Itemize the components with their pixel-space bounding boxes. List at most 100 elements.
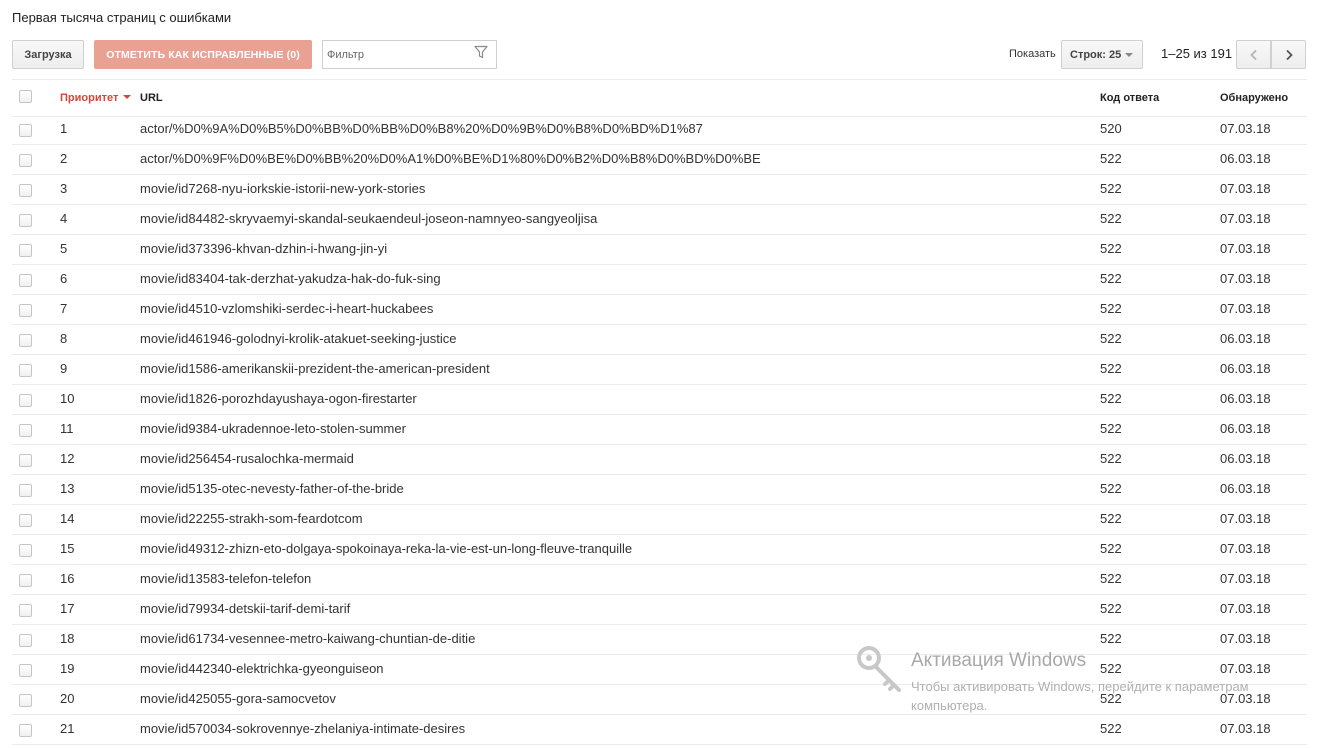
row-checkbox[interactable] xyxy=(19,394,32,407)
pagination-info: 1–25 из 191 xyxy=(1161,46,1233,61)
detected-date-cell: 07.03.18 xyxy=(1220,661,1271,676)
row-checkbox[interactable] xyxy=(19,664,32,677)
url-link[interactable]: actor/%D0%9A%D0%B5%D0%BB%D0%BB%D0%B8%20%… xyxy=(140,121,703,136)
url-link[interactable]: movie/id570034-sokrovennye-zhelaniya-int… xyxy=(140,721,465,736)
detected-date-cell: 07.03.18 xyxy=(1220,121,1271,136)
row-checkbox[interactable] xyxy=(19,364,32,377)
detected-date-cell: 06.03.18 xyxy=(1220,331,1271,346)
rows-select-label: Строк: 25 xyxy=(1070,49,1122,61)
rows-per-page-select[interactable]: Строк: 25 xyxy=(1061,40,1143,69)
detected-date-cell: 07.03.18 xyxy=(1220,691,1271,706)
row-checkbox[interactable] xyxy=(19,214,32,227)
url-link[interactable]: actor/%D0%9F%D0%BE%D0%BB%20%D0%A1%D0%BE%… xyxy=(140,151,761,166)
row-checkbox[interactable] xyxy=(19,694,32,707)
url-link[interactable]: movie/id13583-telefon-telefon xyxy=(140,571,311,586)
chevron-left-icon xyxy=(1250,49,1257,61)
table-row[interactable]: 16 movie/id13583-telefon-telefon 522 07.03.… xyxy=(0,565,1334,595)
row-checkbox[interactable] xyxy=(19,634,32,647)
row-checkbox[interactable] xyxy=(19,484,32,497)
url-link[interactable]: movie/id442340-elektrichka-gyeonguiseon xyxy=(140,661,384,676)
table-row[interactable]: 19 movie/id442340-elektrichka-gyeonguiseo… xyxy=(0,655,1334,685)
response-code-cell: 522 xyxy=(1100,391,1122,406)
url-link[interactable]: movie/id256454-rusalochka-mermaid xyxy=(140,451,354,466)
url-link[interactable]: movie/id7268-nyu-iorkskie-istorii-new-yo… xyxy=(140,181,425,196)
row-checkbox[interactable] xyxy=(19,244,32,257)
next-page-button[interactable] xyxy=(1271,40,1306,69)
table-row[interactable]: 21 movie/id570034-sokrovennye-zhelaniya-i… xyxy=(0,715,1334,745)
url-link[interactable]: movie/id61734-vesennee-metro-kaiwang-chu… xyxy=(140,631,475,646)
row-checkbox[interactable] xyxy=(19,304,32,317)
table-row[interactable]: 7 movie/id4510-vzlomshiki-serdec-i-heart-… xyxy=(0,295,1334,325)
table-row[interactable]: 11 movie/id9384-ukradennoe-leto-stolen-su… xyxy=(0,415,1334,445)
url-link[interactable]: movie/id83404-tak-derzhat-yakudza-hak-do… xyxy=(140,271,441,286)
row-checkbox[interactable] xyxy=(19,544,32,557)
column-header-detected[interactable]: Обнаружено xyxy=(1220,92,1288,104)
response-code-cell: 522 xyxy=(1100,691,1122,706)
url-link[interactable]: movie/id5135-otec-nevesty-father-of-the-… xyxy=(140,481,404,496)
table-row[interactable]: 17 movie/id79934-detskii-tarif-demi-tarif… xyxy=(0,595,1334,625)
url-link[interactable]: movie/id49312-zhizn-eto-dolgaya-spokoina… xyxy=(140,541,632,556)
filter-icon[interactable] xyxy=(474,45,488,59)
filter-field[interactable] xyxy=(322,40,497,69)
table-row[interactable]: 18 movie/id61734-vesennee-metro-kaiwang-c… xyxy=(0,625,1334,655)
row-checkbox[interactable] xyxy=(19,724,32,737)
row-checkbox[interactable] xyxy=(19,574,32,587)
url-link[interactable]: movie/id9384-ukradennoe-leto-stolen-summ… xyxy=(140,421,406,436)
detected-date-cell: 06.03.18 xyxy=(1220,421,1271,436)
priority-cell: 1 xyxy=(60,121,68,136)
url-link[interactable]: movie/id79934-detskii-tarif-demi-tarif xyxy=(140,601,350,616)
row-checkbox[interactable] xyxy=(19,124,32,137)
priority-cell: 15 xyxy=(60,541,75,556)
table-row[interactable]: 4 movie/id84482-skryvaemyi-skandal-seukae… xyxy=(0,205,1334,235)
priority-cell: 8 xyxy=(60,331,68,346)
show-label: Показать xyxy=(1009,48,1056,60)
url-link[interactable]: movie/id373396-khvan-dzhin-i-hwang-jin-y… xyxy=(140,241,387,256)
row-checkbox[interactable] xyxy=(19,334,32,347)
table-row[interactable]: 5 movie/id373396-khvan-dzhin-i-hwang-jin-… xyxy=(0,235,1334,265)
row-checkbox[interactable] xyxy=(19,274,32,287)
select-all-checkbox[interactable] xyxy=(19,90,32,103)
detected-date-cell: 07.03.18 xyxy=(1220,271,1271,286)
response-code-cell: 522 xyxy=(1100,361,1122,376)
table-row[interactable]: 14 movie/id22255-strakh-som-feardotcom 522… xyxy=(0,505,1334,535)
url-link[interactable]: movie/id461946-golodnyi-krolik-atakuet-s… xyxy=(140,331,457,346)
column-header-priority[interactable]: Приоритет xyxy=(60,92,132,104)
row-checkbox[interactable] xyxy=(19,604,32,617)
table-row[interactable]: 10 movie/id1826-porozhdayushaya-ogon-fire… xyxy=(0,385,1334,415)
table-row[interactable]: 12 movie/id256454-rusalochka-mermaid 522 06… xyxy=(0,445,1334,475)
url-link[interactable]: movie/id22255-strakh-som-feardotcom xyxy=(140,511,363,526)
detected-date-cell: 07.03.18 xyxy=(1220,721,1271,736)
table-row[interactable]: 20 movie/id425055-gora-samocvetov 522 07.03… xyxy=(0,685,1334,715)
table-row[interactable]: 1 actor/%D0%9A%D0%B5%D0%BB%D0%BB%D0%B8%20… xyxy=(0,115,1334,145)
upload-button[interactable]: Загрузка xyxy=(12,40,84,69)
prev-page-button[interactable] xyxy=(1236,40,1271,69)
table-row[interactable]: 13 movie/id5135-otec-nevesty-father-of-th… xyxy=(0,475,1334,505)
table-row[interactable]: 2 actor/%D0%9F%D0%BE%D0%BB%20%D0%A1%D0%BE… xyxy=(0,145,1334,175)
priority-cell: 21 xyxy=(60,721,75,736)
response-code-cell: 520 xyxy=(1100,121,1122,136)
priority-cell: 13 xyxy=(60,481,75,496)
chevron-down-icon xyxy=(1125,53,1133,57)
column-header-code[interactable]: Код ответа xyxy=(1100,92,1159,104)
table-row[interactable]: 6 movie/id83404-tak-derzhat-yakudza-hak-d… xyxy=(0,265,1334,295)
mark-as-fixed-button[interactable]: ОТМЕТИТЬ КАК ИСПРАВЛЕННЫЕ (0) xyxy=(94,40,312,69)
column-header-url[interactable]: URL xyxy=(140,92,163,104)
row-checkbox[interactable] xyxy=(19,154,32,167)
table-row[interactable]: 15 movie/id49312-zhizn-eto-dolgaya-spokoi… xyxy=(0,535,1334,565)
url-link[interactable]: movie/id425055-gora-samocvetov xyxy=(140,691,336,706)
row-checkbox[interactable] xyxy=(19,184,32,197)
url-link[interactable]: movie/id84482-skryvaemyi-skandal-seukaen… xyxy=(140,211,597,226)
priority-cell: 5 xyxy=(60,241,68,256)
filter-input[interactable] xyxy=(323,41,467,68)
row-checkbox[interactable] xyxy=(19,454,32,467)
table-row[interactable]: 9 movie/id1586-amerikanskii-prezident-the… xyxy=(0,355,1334,385)
table-row[interactable]: 3 movie/id7268-nyu-iorkskie-istorii-new-y… xyxy=(0,175,1334,205)
detected-date-cell: 06.03.18 xyxy=(1220,451,1271,466)
table-row[interactable]: 8 movie/id461946-golodnyi-krolik-atakuet-… xyxy=(0,325,1334,355)
url-link[interactable]: movie/id1826-porozhdayushaya-ogon-firest… xyxy=(140,391,417,406)
priority-cell: 3 xyxy=(60,181,68,196)
row-checkbox[interactable] xyxy=(19,514,32,527)
url-link[interactable]: movie/id1586-amerikanskii-prezident-the-… xyxy=(140,361,490,376)
url-link[interactable]: movie/id4510-vzlomshiki-serdec-i-heart-h… xyxy=(140,301,433,316)
row-checkbox[interactable] xyxy=(19,424,32,437)
